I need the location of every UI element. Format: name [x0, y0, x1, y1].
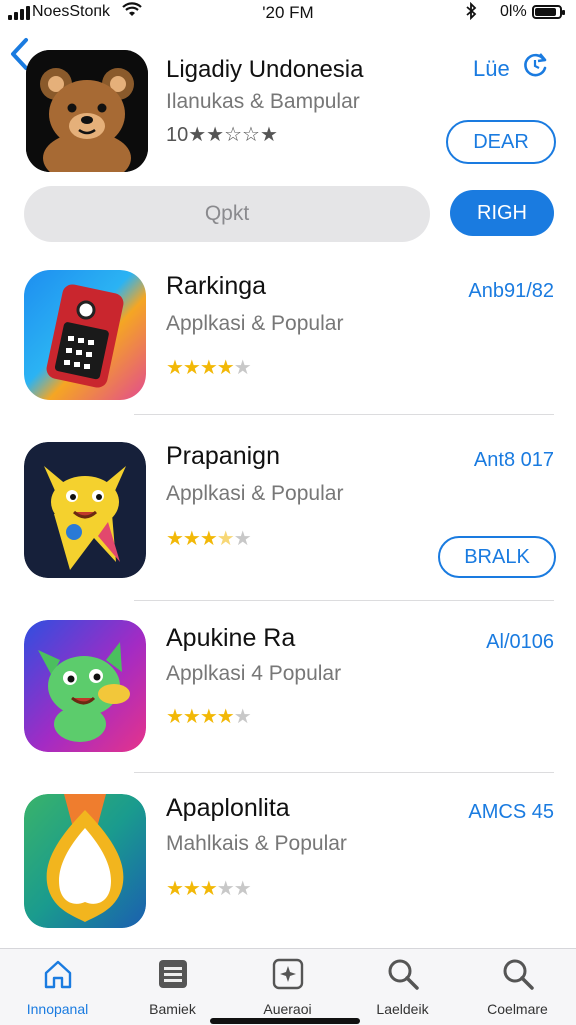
rating-stars: ★★★★★ [166, 878, 252, 900]
list-item-subtitle: Applkasi 4 Popular [166, 662, 342, 685]
app-icon-pig[interactable] [24, 620, 146, 752]
tab-bar: Innopanal Bamiek Aueraoi Laeldeik Coelma… [0, 948, 576, 1025]
tab-label: Laeldeik [376, 1001, 429, 1017]
divider [134, 600, 554, 601]
search-button[interactable]: RIGH [450, 190, 554, 236]
app-rating: 10★★☆☆★ [166, 124, 278, 146]
tab-label: Bamiek [149, 1001, 196, 1017]
search-icon [460, 957, 575, 993]
clock: '20 FM [262, 3, 314, 22]
list-item-price[interactable]: AMCS 45 [468, 801, 554, 824]
tab-search[interactable]: Laeldeik [345, 949, 460, 1025]
tab-label: Innopanal [26, 1001, 89, 1017]
list-item-price[interactable]: Ant8 017 [474, 449, 554, 472]
battery-percent: 0l% [500, 3, 527, 20]
header-link[interactable]: Lüe [473, 56, 510, 82]
list-item-title: Prapanign [166, 442, 280, 470]
search-input[interactable]: Qpkt [24, 186, 430, 242]
app-icon-fox[interactable] [24, 442, 146, 578]
list-item-subtitle: Mahlkais & Popular [166, 832, 347, 855]
tab-list[interactable]: Bamiek [115, 949, 230, 1025]
divider [134, 772, 554, 773]
clear-button[interactable]: DEAR [446, 120, 556, 164]
list-item-subtitle: Applkasi & Popular [166, 482, 344, 505]
tab-games[interactable]: Aueraoi [230, 949, 345, 1025]
rating-stars: ★★★★★ [166, 528, 252, 550]
battery-icon [532, 5, 565, 19]
divider [134, 414, 554, 415]
tab-search-2[interactable]: Coelmare [460, 949, 575, 1025]
bluetooth-icon [464, 1, 478, 25]
tab-label: Aueraoi [263, 1001, 312, 1017]
home-icon [0, 957, 115, 993]
list-icon [115, 957, 230, 993]
status-bar: NoesStoпk '20 FM 0l% [0, 0, 576, 26]
app-title: Ligadiy Undonesia [166, 56, 364, 83]
refresh-icon[interactable] [520, 50, 550, 87]
list-item-title: Apaplonlita [166, 794, 290, 822]
rating-stars: ★★★★★ [166, 706, 252, 728]
list-item-price[interactable]: Al/0106 [486, 631, 554, 654]
list-item-price[interactable]: Anb91/82 [468, 280, 554, 303]
app-icon-phone[interactable] [24, 270, 146, 400]
list-item-title: Apukine Ra [166, 624, 296, 652]
app-subtitle: Ilanukas & Bampular [166, 90, 360, 113]
list-item-action-button[interactable]: BRALK [438, 536, 556, 578]
app-icon-bear[interactable] [26, 50, 148, 172]
tab-home[interactable]: Innopanal [0, 949, 115, 1025]
rating-stars: ★★★★★ [166, 357, 252, 379]
home-indicator [210, 1018, 360, 1024]
app-icon-flame[interactable] [24, 794, 146, 928]
tab-label: Coelmare [487, 1001, 548, 1017]
games-icon [230, 957, 345, 993]
list-item-title: Rarkinga [166, 272, 267, 300]
list-item-subtitle: Applkasi & Popular [166, 312, 344, 335]
search-icon [345, 957, 460, 993]
